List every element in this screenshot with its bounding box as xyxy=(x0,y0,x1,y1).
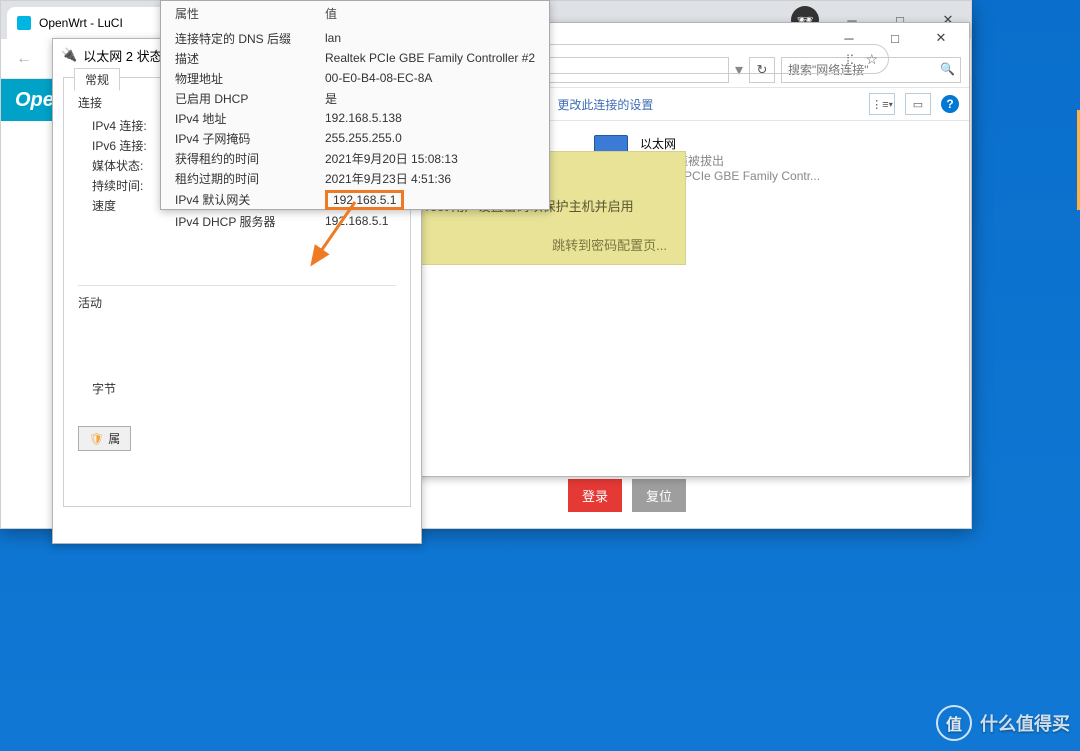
view-large-icon[interactable]: ⋮≡▾ xyxy=(869,93,895,115)
ethstat-title: 以太网 2 状态 xyxy=(83,46,162,65)
adapter-name: 以太网 xyxy=(640,135,820,152)
row-speed: 速度 xyxy=(92,197,116,214)
table-row: IPv4 DHCP 服务器192.168.5.1 xyxy=(161,211,549,231)
shield-icon: 🛡 xyxy=(89,432,104,446)
network-details-dialog: 属性值 连接特定的 DNS 后缀lan 描述Realtek PCIe GBE F… xyxy=(160,0,550,210)
row-ipv6: IPv6 连接: xyxy=(92,137,147,154)
col-property: 属性 xyxy=(161,1,311,28)
table-row: 获得租约的时间2021年9月20日 15:08:13 xyxy=(161,148,549,168)
gateway-highlight: 192.168.5.1 xyxy=(325,190,404,210)
watermark-icon: 值 xyxy=(936,705,972,741)
table-row: 连接特定的 DNS 后缀lan xyxy=(161,28,549,48)
row-duration: 持续时间: xyxy=(92,177,143,194)
properties-button[interactable]: 🛡属 xyxy=(78,426,131,451)
table-row: IPv4 默认网关192.168.5.1 xyxy=(161,188,549,211)
reset-button[interactable]: 复位 xyxy=(632,479,686,512)
favicon-icon xyxy=(17,16,31,30)
goto-password-link[interactable]: 跳转到密码配置页... xyxy=(552,235,667,254)
nav-back-button[interactable]: ← xyxy=(9,44,39,74)
table-row: IPv4 子网掩码255.255.255.0 xyxy=(161,128,549,148)
table-row: 物理地址00-E0-B4-08-EC-8A xyxy=(161,68,549,88)
toolbar-change-settings[interactable]: 更改此连接的设置 xyxy=(557,96,653,113)
table-row: 租约过期的时间2021年9月23日 4:51:36 xyxy=(161,168,549,188)
row-media: 媒体状态: xyxy=(92,157,143,174)
section-activity: 活动 xyxy=(78,294,396,311)
bookmark-icon[interactable]: ☆ xyxy=(865,51,878,68)
search-icon: 🔍 xyxy=(940,62,955,76)
row-ipv4: IPv4 连接: xyxy=(92,117,147,134)
view-details-icon[interactable]: ▭ xyxy=(905,93,931,115)
watermark: 值 什么值得买 xyxy=(936,705,1070,741)
table-row: IPv4 地址192.168.5.138 xyxy=(161,108,549,128)
close-button[interactable]: ✕ xyxy=(919,24,963,52)
table-row: 描述Realtek PCIe GBE Family Controller #2 xyxy=(161,48,549,68)
tab-general[interactable]: 常规 xyxy=(74,68,120,91)
qr-icon[interactable]: ⁞⁚ xyxy=(846,52,854,68)
help-icon[interactable]: ? xyxy=(941,95,959,113)
ethernet-icon: 🔌 xyxy=(61,47,77,63)
col-value: 值 xyxy=(311,1,549,28)
row-bytes: 字节 xyxy=(92,380,116,397)
table-row: 已启用 DHCP是 xyxy=(161,88,549,108)
tab-title: OpenWrt - LuCI xyxy=(39,16,123,30)
login-button[interactable]: 登录 xyxy=(568,479,622,512)
